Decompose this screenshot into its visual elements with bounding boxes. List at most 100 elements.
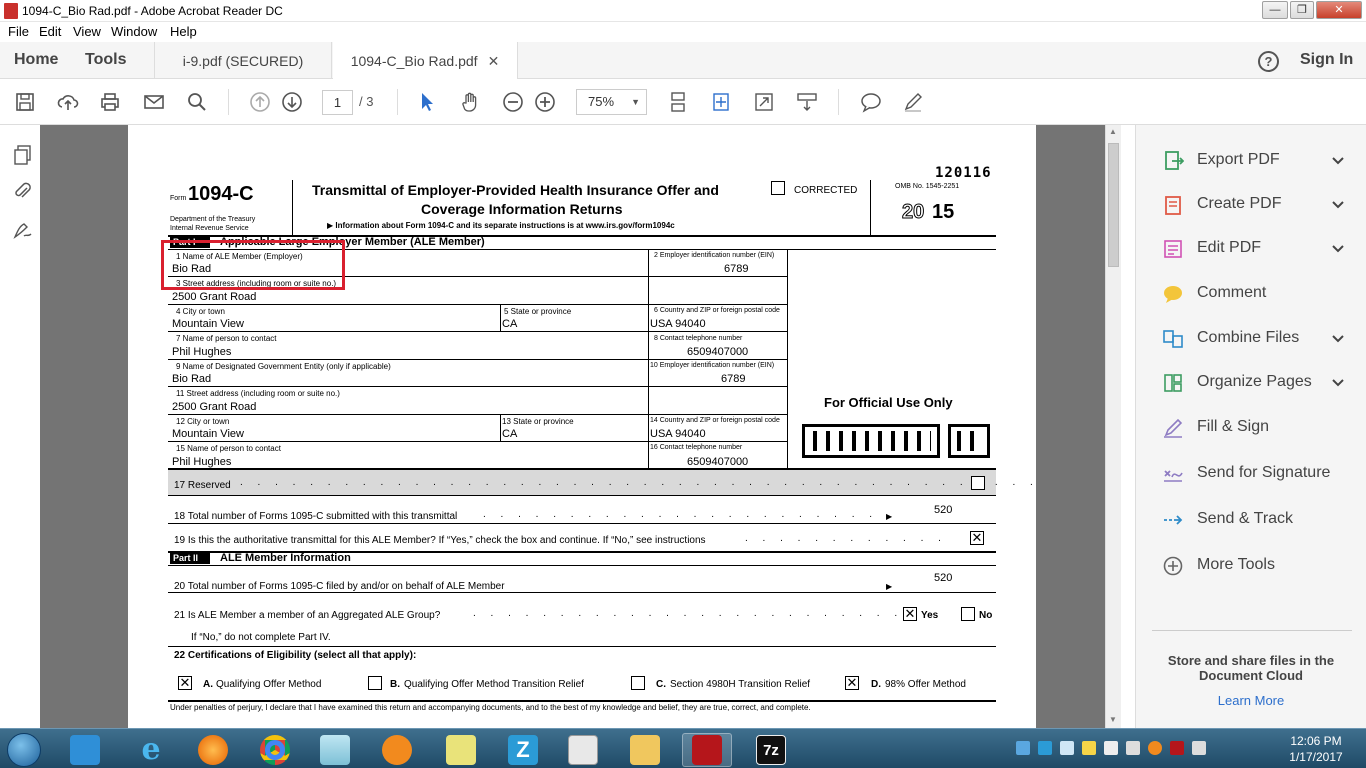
help-icon[interactable]: ? [1258,51,1279,72]
certification-b-checkbox[interactable] [368,676,382,690]
line-20-value[interactable]: 520 [934,572,952,584]
acrobat-taskbar-icon[interactable] [682,733,732,767]
certification-c-checkbox[interactable] [631,676,645,690]
x-tray-icon[interactable] [1126,741,1140,755]
start-button[interactable] [0,733,48,767]
tool-combine-files[interactable]: Combine Files [1136,319,1366,359]
chevron-down-icon[interactable] [1332,196,1344,212]
hand-tool-icon[interactable] [458,90,482,114]
tool-edit-pdf[interactable]: Edit PDF [1136,229,1366,269]
corrected-checkbox[interactable] [771,181,785,195]
restore-button[interactable]: ❐ [1290,1,1314,19]
flame-tray-icon[interactable] [1148,741,1162,755]
next-page-icon[interactable] [280,90,304,114]
internet-explorer-icon[interactable]: e [126,733,176,767]
learn-more-link[interactable]: Learn More [1161,693,1341,708]
menu-help[interactable]: Help [170,24,197,39]
print-icon[interactable] [98,90,122,114]
save-icon[interactable] [13,90,37,114]
sign-in-button[interactable]: Sign In [1300,51,1353,69]
line-21-no-checkbox[interactable] [961,607,975,621]
entity-state[interactable]: CA [502,428,517,440]
close-window-button[interactable]: ✕ [1316,1,1362,19]
highlight-pen-icon[interactable] [901,90,925,114]
security-tray-icon[interactable] [1170,741,1184,755]
chevron-down-icon[interactable] [1332,330,1344,346]
street-address[interactable]: 2500 Grant Road [172,291,256,303]
tool-fill-sign[interactable]: Fill & Sign [1136,408,1366,448]
page-thumbnails-icon[interactable] [12,144,34,171]
entity-city[interactable]: Mountain View [172,428,244,440]
entity-street[interactable]: 2500 Grant Road [172,401,256,413]
network-tray-icon[interactable] [1060,741,1074,755]
home-tab[interactable]: Home [14,51,58,69]
line-19-checkbox[interactable]: ✕ [970,531,984,545]
flame-app-icon[interactable] [372,733,422,767]
entity-zip[interactable]: USA 94040 [650,428,706,440]
state[interactable]: CA [502,318,517,330]
contact-phone[interactable]: 6509407000 [687,346,748,358]
tool-create-pdf[interactable]: Create PDF [1136,185,1366,225]
line-17-checkbox[interactable] [971,476,985,490]
city[interactable]: Mountain View [172,318,244,330]
attachments-icon[interactable] [12,180,34,207]
spreadsheet-icon[interactable] [558,733,608,767]
menu-edit[interactable]: Edit [39,24,61,39]
entity-contact-name[interactable]: Phil Hughes [172,456,231,468]
file-explorer-icon[interactable] [620,733,670,767]
menu-window[interactable]: Window [111,24,157,39]
sticky-notes-icon[interactable] [436,733,486,767]
ein-value[interactable]: 6789 [724,263,748,275]
designated-entity[interactable]: Bio Rad [172,373,211,385]
chevron-down-icon[interactable] [1332,374,1344,390]
line-18-value[interactable]: 520 [934,504,952,516]
tools-tab[interactable]: Tools [85,51,126,69]
fit-page-icon[interactable] [709,90,733,114]
scroll-thumb[interactable] [1108,143,1119,267]
zoom-select[interactable]: 75% ▼ [576,89,647,115]
notepad-icon[interactable] [310,733,360,767]
tool-export-pdf[interactable]: Export PDF [1136,141,1366,181]
entity-contact-phone[interactable]: 6509407000 [687,456,748,468]
tool-tray-icon[interactable] [1104,741,1118,755]
menu-file[interactable]: File [8,24,29,39]
search-icon[interactable] [185,90,209,114]
tool-more-tools[interactable]: More Tools [1136,546,1366,586]
minimize-button[interactable]: — [1262,1,1288,19]
folder-tray-icon[interactable] [1082,741,1096,755]
zoom-out-icon[interactable] [501,90,525,114]
media-player-icon[interactable] [60,733,110,767]
chevron-down-icon[interactable] [1332,152,1344,168]
scroll-up-icon[interactable]: ▲ [1109,127,1117,136]
comment-tool-icon[interactable] [859,90,883,114]
tool-comment[interactable]: Comment [1136,274,1366,314]
zip[interactable]: USA 94040 [650,318,706,330]
scrolling-mode-icon[interactable] [666,90,690,114]
tab-i9[interactable]: i-9.pdf (SECURED) [154,42,332,79]
menu-view[interactable]: View [73,24,101,39]
page-number-input[interactable]: 1 [322,90,353,115]
tool-send-track[interactable]: Send & Track [1136,500,1366,540]
close-tab-icon[interactable]: ✕ [488,53,500,69]
z-app-icon[interactable]: Z [498,733,548,767]
email-icon[interactable] [142,90,166,114]
zoom-in-icon[interactable] [533,90,557,114]
signature-panel-icon[interactable] [12,218,34,245]
volume-icon[interactable] [1192,741,1206,755]
firefox-icon[interactable] [188,733,238,767]
entity-ein[interactable]: 6789 [721,373,745,385]
7zip-icon[interactable]: 7z [746,733,796,767]
previous-page-icon[interactable] [248,90,272,114]
vertical-scrollbar[interactable]: ▲ ▼ [1105,125,1121,728]
z-tray-icon[interactable] [1038,741,1052,755]
clock[interactable]: 12:06 PM 1/17/2017 [1276,734,1356,764]
contact-name[interactable]: Phil Hughes [172,346,231,358]
document-view[interactable]: 120116 Form 1094-C Department of the Tre… [40,125,1121,728]
tool-send-signature[interactable]: Send for Signature [1136,454,1366,494]
certification-a-checkbox[interactable]: ✕ [178,676,192,690]
upload-cloud-icon[interactable] [56,90,80,114]
read-mode-icon[interactable] [795,90,819,114]
tab-1094c[interactable]: 1094-C_Bio Rad.pdf ✕ [333,42,518,80]
scroll-down-icon[interactable]: ▼ [1109,715,1117,724]
chrome-icon[interactable] [250,733,300,767]
